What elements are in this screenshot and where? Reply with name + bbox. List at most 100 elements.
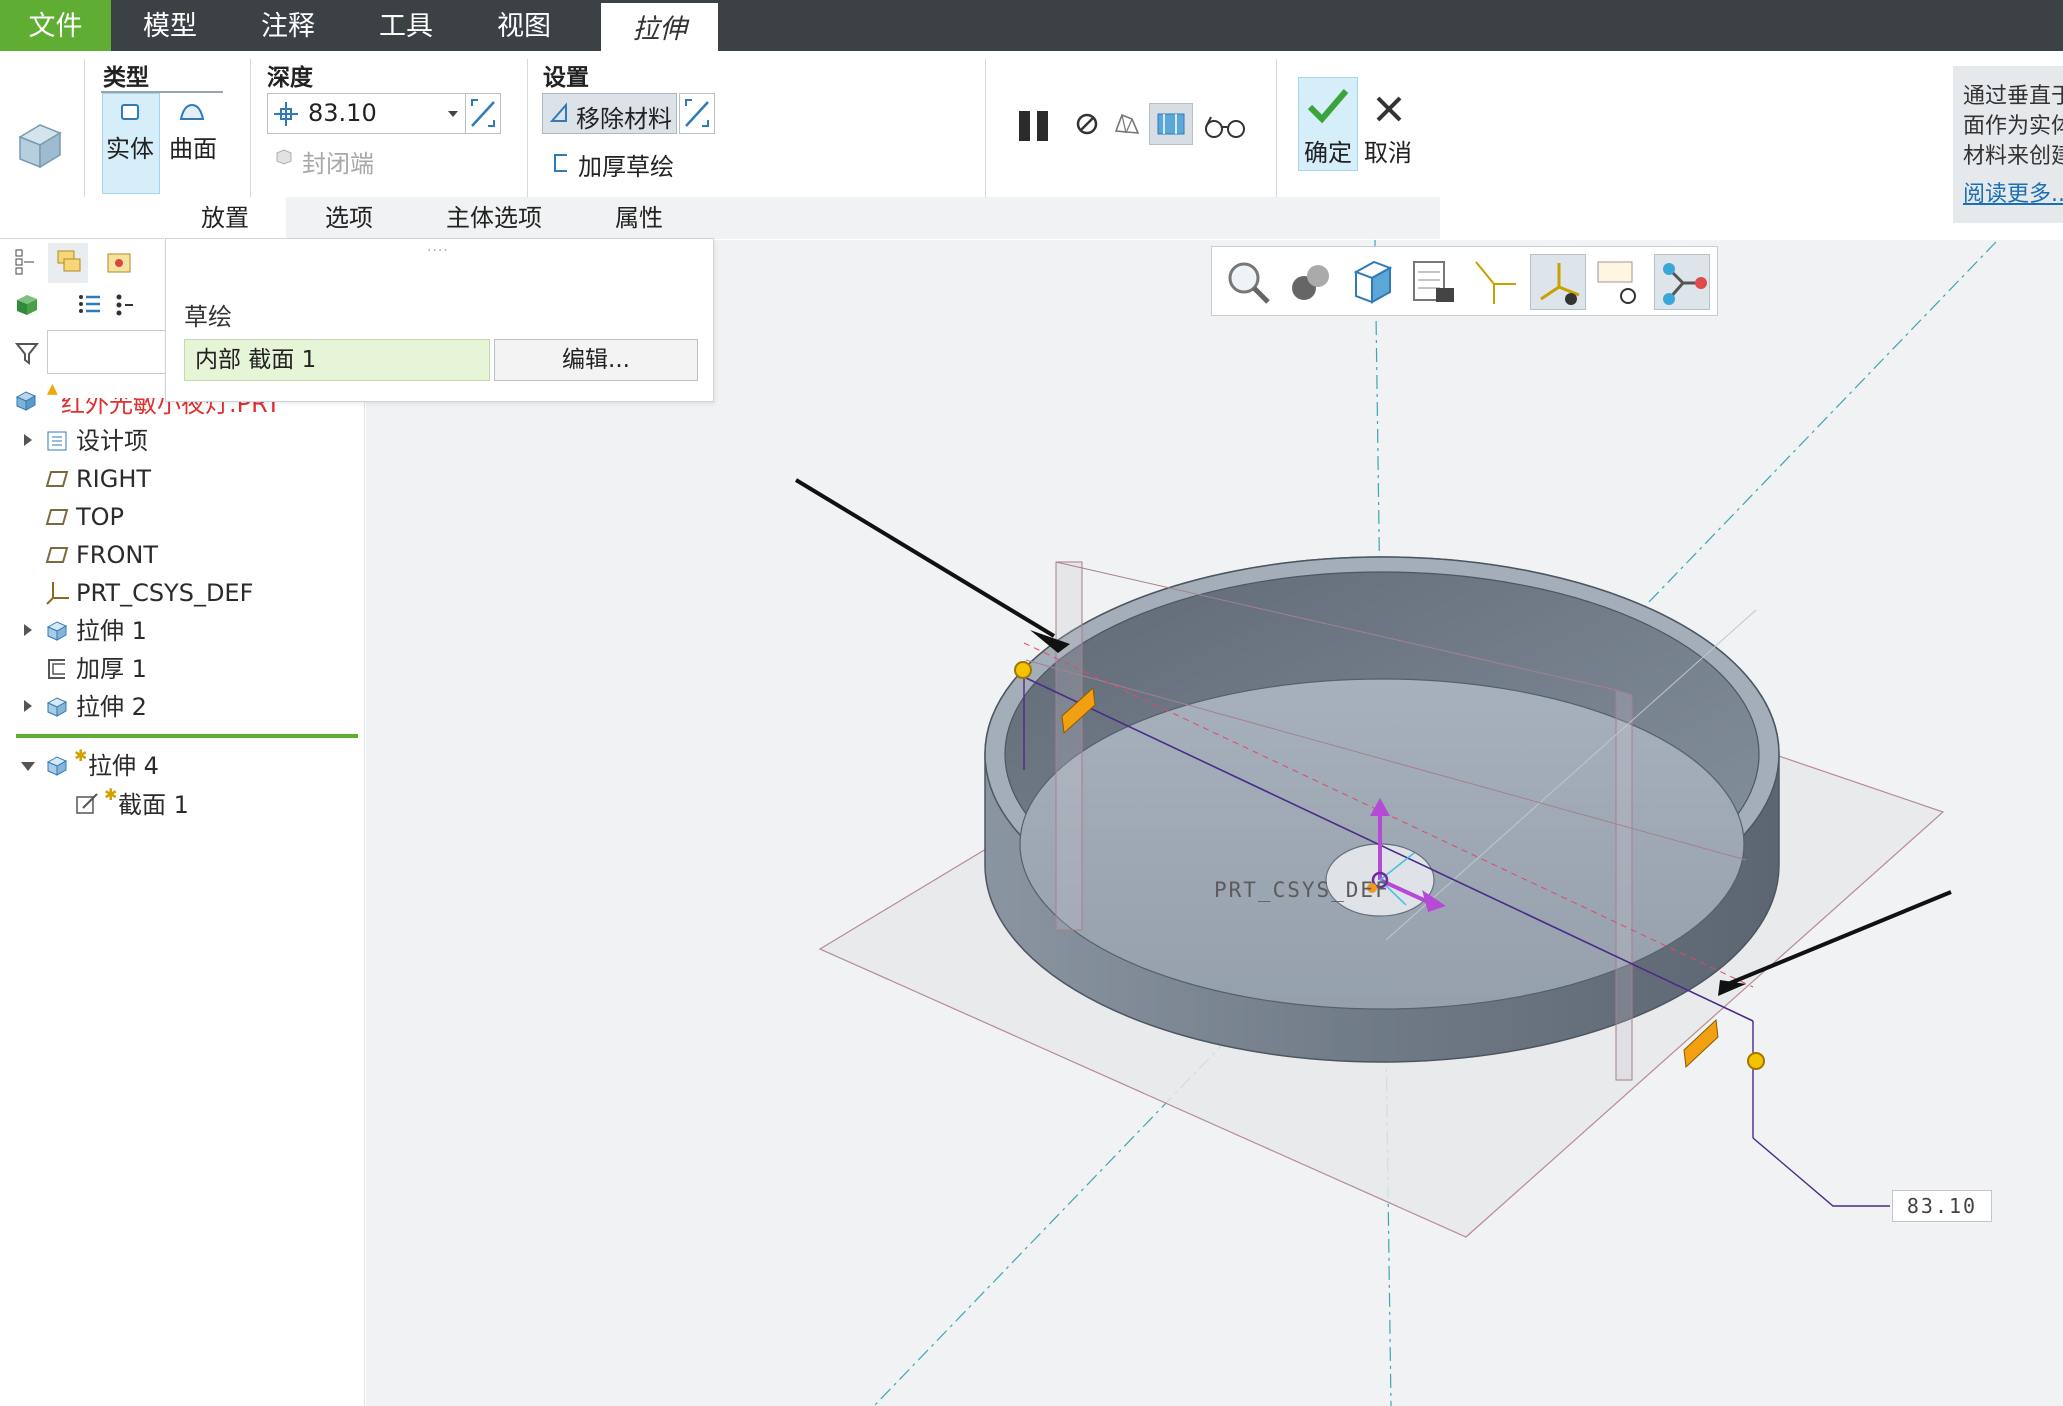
expand-arrow-icon[interactable] (22, 433, 34, 447)
view-manager-button[interactable] (1406, 254, 1462, 310)
insert-here-marker[interactable] (16, 734, 358, 738)
csys-display-button[interactable] (1530, 254, 1586, 310)
depth-value-input[interactable]: 83.10 (308, 99, 377, 127)
tree-item-thicken-1[interactable]: 加厚 1 (76, 651, 147, 687)
depth-blind-icon[interactable] (272, 100, 300, 128)
graphics-area[interactable]: PRT_CSYS_DEF 83.10 (366, 240, 2063, 1406)
thicken-icon (48, 659, 65, 679)
tree-item-top[interactable]: TOP (76, 499, 124, 535)
layers-icon (57, 250, 81, 272)
tab-annotate[interactable]: 注释 (229, 0, 347, 51)
no-preview-icon[interactable] (1074, 111, 1100, 137)
chevron-down-icon[interactable] (446, 108, 460, 120)
subtab-properties[interactable]: 属性 (580, 197, 698, 239)
tree-item-front[interactable]: FRONT (76, 537, 158, 573)
pause-icon[interactable] (1015, 107, 1053, 145)
preview-geometry-icon (1157, 113, 1185, 135)
flip-material-button[interactable] (679, 93, 715, 134)
preview-mesh-icon[interactable] (1112, 109, 1142, 139)
depth-group-title: 深度 (267, 65, 313, 91)
edit-sketch-button[interactable]: 编辑... (494, 339, 698, 381)
expand-arrow-icon[interactable] (22, 623, 34, 637)
sketch-collector-field[interactable]: 内部 截面 1 (184, 339, 490, 381)
tab-tools[interactable]: 工具 (347, 0, 465, 51)
ok-label: 确定 (1304, 139, 1352, 167)
tab-file[interactable]: 文件 (0, 0, 111, 51)
tree-item-extrude-1[interactable]: 拉伸 1 (76, 613, 147, 649)
filter-icon[interactable] (14, 340, 40, 366)
flip-depth-button[interactable] (465, 93, 501, 134)
checkmark-icon (1307, 89, 1349, 124)
annotation-display-button[interactable] (1592, 254, 1648, 310)
solid-label: 实体 (106, 135, 154, 163)
settings-group-title: 设置 (543, 65, 589, 91)
thicken-sketch-icon[interactable] (551, 152, 571, 174)
zoom-button[interactable] (1220, 254, 1276, 310)
cancel-label[interactable]: 取消 (1364, 133, 1412, 168)
saved-views-button[interactable] (1344, 254, 1400, 310)
tree-item-design-items[interactable]: 设计项 (76, 423, 148, 459)
depth-field[interactable]: 83.10 (267, 93, 467, 134)
subtab-placement[interactable]: 放置 (164, 197, 286, 239)
tree-filter-icon[interactable] (114, 292, 136, 318)
placement-panel: ···· 草绘 内部 截面 1 编辑... (165, 238, 714, 402)
depth-dimension-label[interactable]: 83.10 (1892, 1190, 1992, 1222)
remove-material-label: 移除材料 (576, 105, 672, 133)
datum-plane-icon (45, 509, 69, 525)
favorites-icon[interactable] (104, 248, 134, 276)
network-display-button[interactable] (1654, 254, 1710, 310)
csys-label: PRT_CSYS_DEF (1214, 878, 1390, 902)
view-manager-icon (1413, 261, 1454, 302)
tree-item-extrude-4[interactable]: 拉伸 4 (88, 748, 159, 784)
tab-model[interactable]: 模型 (111, 0, 229, 51)
subtab-options[interactable]: 选项 (290, 197, 408, 239)
tree-item-csys[interactable]: PRT_CSYS_DEF (76, 575, 253, 611)
tree-item-right[interactable]: RIGHT (76, 461, 151, 497)
warning-icon: ▲ (47, 381, 58, 397)
datum-display-button[interactable] (1468, 254, 1524, 310)
thicken-sketch-label[interactable]: 加厚草绘 (578, 147, 674, 182)
help-line: 材料来创建 (1963, 144, 2063, 169)
extrude-icon (46, 697, 68, 717)
annotation-display-icon (1597, 261, 1636, 304)
network-icon (1663, 263, 1707, 305)
new-feature-star-icon: ✱ (74, 746, 88, 765)
verify-glasses-icon[interactable] (1203, 111, 1247, 141)
remove-material-icon (549, 102, 567, 122)
closed-ends-checkbox-icon (276, 149, 292, 165)
sketch-icon (76, 793, 98, 814)
display-style-button[interactable] (1282, 254, 1338, 310)
extrude-icon (46, 756, 68, 776)
datum-plane-icon (45, 471, 69, 487)
design-items-icon (47, 431, 67, 451)
tree-item-extrude-2[interactable]: 拉伸 2 (76, 689, 147, 725)
datum-plane-icon (45, 547, 69, 563)
part-icon (15, 391, 37, 411)
view-toolbar (1211, 246, 1718, 316)
cube-view-icon (1353, 260, 1393, 304)
model-tree-icon[interactable] (14, 248, 36, 276)
close-icon[interactable] (1373, 93, 1405, 125)
collapse-arrow-icon[interactable] (20, 760, 36, 772)
tree-item-section-1[interactable]: 截面 1 (118, 787, 189, 823)
solid-icon (121, 104, 139, 120)
drag-handle[interactable]: ···· (427, 243, 449, 259)
tree-search-input[interactable] (47, 330, 167, 374)
part-shaded-icon[interactable] (14, 292, 40, 318)
menu-bar: 文件 模型 注释 工具 视图 拉伸 (0, 0, 2063, 51)
subtab-body-options[interactable]: 主体选项 (412, 197, 576, 239)
flip-direction-icon (471, 99, 495, 127)
expand-arrow-icon[interactable] (22, 699, 34, 713)
tab-extrude[interactable]: 拉伸 (601, 0, 718, 51)
model-view[interactable] (366, 240, 2063, 1406)
help-line: 面作为实体 (1963, 114, 2063, 139)
tab-view[interactable]: 视图 (465, 0, 583, 51)
preview-geometry-button[interactable] (1149, 103, 1193, 145)
layers-button[interactable] (48, 243, 88, 283)
tree-list-icon[interactable] (78, 292, 104, 318)
extrude-feature-icon (18, 124, 62, 169)
read-more-link[interactable]: 阅读更多... (1963, 180, 2063, 210)
surface-icon[interactable] (178, 101, 206, 123)
sketch-section-label: 草绘 (184, 303, 232, 331)
surface-label[interactable]: 曲面 (169, 129, 217, 164)
